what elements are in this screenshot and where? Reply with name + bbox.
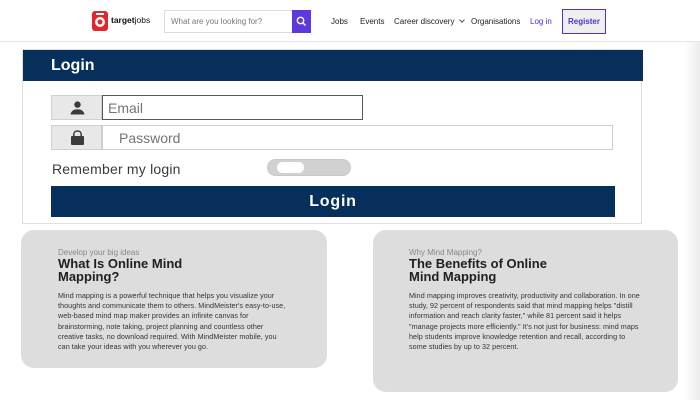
nav-log-in[interactable]: Log in — [530, 16, 552, 28]
brand-name-bold: target — [111, 15, 135, 25]
info-card-mind-mapping: Develop your big ideas What Is Online Mi… — [21, 230, 327, 368]
remember-login-label: Remember my login — [52, 161, 181, 177]
brand-name: targetjobs — [111, 15, 150, 25]
top-header: targetjobs What are you looking for? Job… — [0, 0, 700, 42]
password-icon-box — [51, 125, 102, 150]
card-title-line: Mind Mapping — [409, 269, 497, 284]
nav-career-discovery[interactable]: Career discovery — [394, 16, 465, 28]
search-input[interactable]: What are you looking for? — [164, 10, 292, 33]
password-field[interactable] — [102, 125, 613, 150]
card-title-line: Mapping? — [58, 269, 120, 284]
nav-career-discovery-label: Career discovery — [394, 17, 455, 26]
nav-events[interactable]: Events — [360, 16, 384, 28]
scroll-edge-shadow — [684, 42, 700, 400]
nav-jobs[interactable]: Jobs — [331, 16, 348, 28]
card-body: Mind mapping is a powerful technique tha… — [58, 291, 286, 352]
login-panel: Login Remember my login — [22, 49, 643, 224]
card-body: Mind mapping improves creativity, produc… — [409, 291, 640, 352]
search-icon — [296, 16, 307, 27]
lock-icon — [71, 130, 84, 145]
register-button[interactable]: Register — [562, 9, 606, 34]
password-row — [51, 125, 615, 150]
user-icon — [70, 101, 85, 115]
brand-logo[interactable]: targetjobs — [92, 10, 154, 32]
login-title: Login — [51, 57, 95, 74]
nav-organisations[interactable]: Organisations — [471, 16, 520, 28]
email-field[interactable] — [102, 95, 363, 120]
card-title: The Benefits of Online Mind Mapping — [409, 257, 547, 283]
email-icon-box — [51, 95, 102, 120]
info-card-benefits: Why Mind Mapping? The Benefits of Online… — [373, 230, 678, 392]
toggle-knob — [277, 162, 304, 173]
login-button[interactable]: Login — [51, 186, 615, 217]
remember-login-toggle[interactable] — [267, 159, 351, 176]
page: { "header": { "brand": { "name_bold": "t… — [0, 0, 700, 400]
email-row — [51, 95, 615, 120]
login-panel-header: Login — [23, 50, 643, 81]
target-logo-icon — [92, 11, 108, 31]
brand-name-rest: jobs — [134, 15, 151, 25]
card-title: What Is Online Mind Mapping? — [58, 257, 182, 283]
search-button[interactable] — [292, 10, 311, 33]
chevron-down-icon — [458, 17, 465, 23]
